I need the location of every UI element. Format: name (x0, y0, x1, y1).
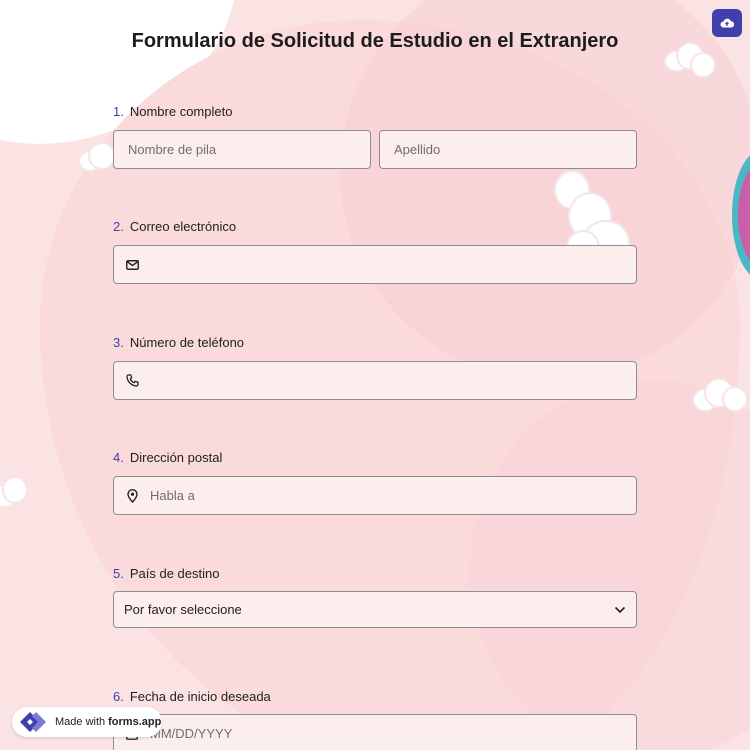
question-destination-country: 5. País de destino Por favor seleccione (113, 563, 637, 628)
last-name-placeholder: Apellido (394, 142, 441, 157)
form-title: Formulario de Solicitud de Estudio en el… (131, 30, 619, 52)
question-address: 4. Dirección postal Habla a (113, 447, 637, 515)
upload-button[interactable] (712, 9, 742, 37)
forms-app-logo-icon (20, 710, 48, 734)
start-date-input[interactable]: MM/DD/YYYY (113, 714, 637, 750)
question-email: 2. Correo electrónico (113, 216, 637, 284)
question-label: Fecha de inicio deseada (129, 688, 271, 704)
email-input[interactable] (113, 245, 637, 284)
question-number: 6. (113, 688, 124, 704)
question-label: Dirección postal (129, 449, 223, 465)
question-number: 3. (113, 334, 124, 350)
question-number: 2. (113, 218, 124, 234)
country-select-value: Por favor seleccione (124, 602, 242, 617)
badge-brand: forms.app (108, 716, 162, 728)
question-label: País de destino (129, 565, 220, 581)
country-select[interactable]: Por favor seleccione (113, 591, 637, 628)
question-full-name: 1. Nombre completo Nombre de pila Apelli… (113, 101, 637, 169)
first-name-input[interactable]: Nombre de pila (113, 130, 371, 169)
last-name-input[interactable]: Apellido (379, 130, 637, 169)
question-label: Correo electrónico (129, 218, 237, 234)
question-phone: 3. Número de teléfono (113, 332, 637, 400)
address-input[interactable]: Habla a (113, 476, 637, 515)
question-number: 5. (113, 565, 124, 581)
form-page: Formulario de Solicitud de Estudio en el… (0, 0, 750, 750)
badge-prefix: Made with (55, 716, 106, 728)
map-pin-icon (124, 488, 140, 504)
question-number: 4. (113, 449, 124, 465)
question-number: 1. (113, 103, 124, 119)
question-label: Nombre completo (129, 103, 233, 119)
phone-icon (124, 373, 140, 389)
chevron-down-icon (614, 602, 626, 617)
mail-icon (124, 257, 140, 273)
address-placeholder: Habla a (150, 488, 195, 503)
cloud-upload-icon (720, 18, 734, 28)
question-start-date: 6. Fecha de inicio deseada MM/DD/YYYY (113, 686, 637, 750)
first-name-placeholder: Nombre de pila (128, 142, 217, 157)
phone-input[interactable] (113, 361, 637, 400)
question-label: Número de teléfono (129, 334, 245, 350)
start-date-placeholder: MM/DD/YYYY (150, 726, 233, 741)
made-with-badge[interactable]: Made with forms.app (12, 707, 162, 737)
